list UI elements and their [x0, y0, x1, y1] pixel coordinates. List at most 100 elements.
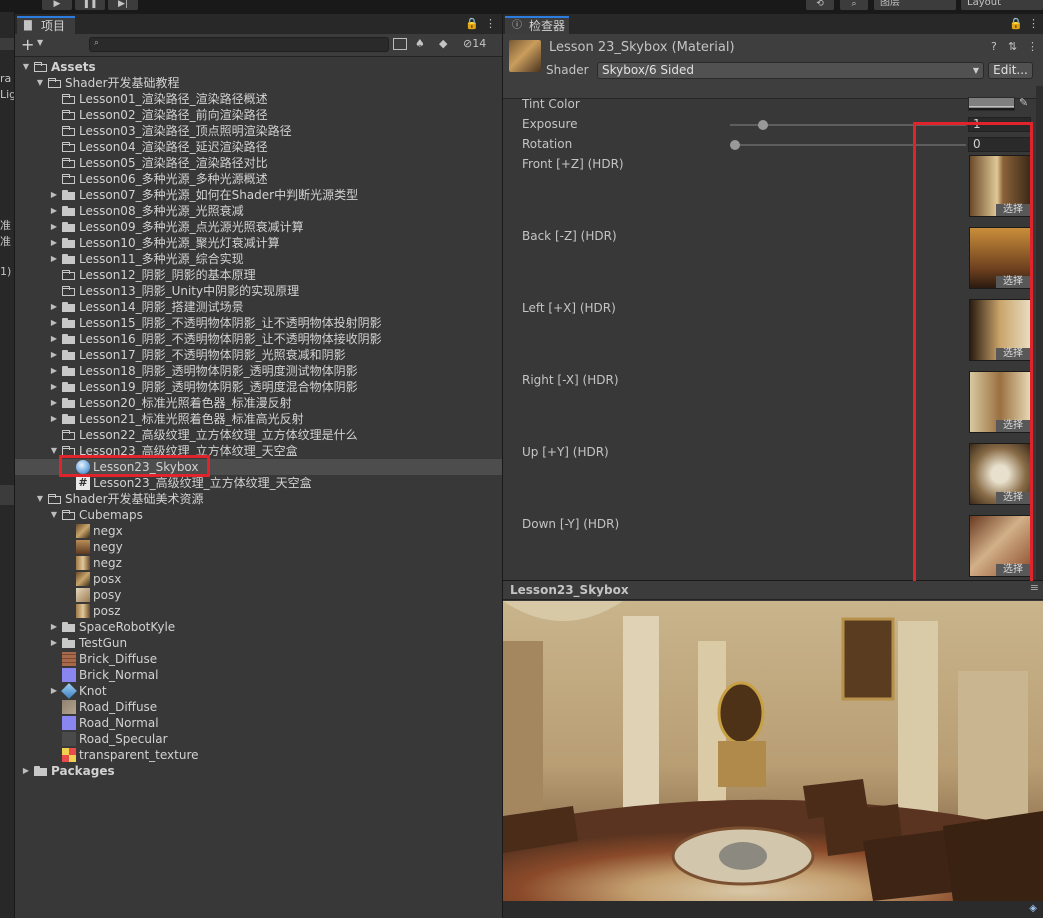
tree-row[interactable]: Lesson03_渲染路径_顶点照明渲染路径 [15, 123, 502, 139]
filter-icon[interactable]: ♠ [415, 37, 425, 50]
eyedropper-icon[interactable]: ✎ [1019, 96, 1028, 109]
collapse-arrow-icon[interactable]: ▶ [21, 763, 31, 779]
search-icon[interactable]: ⌕ [840, 0, 868, 10]
exposure-slider-handle[interactable] [758, 120, 768, 130]
step-button[interactable]: ▶| [108, 0, 138, 10]
tree-row[interactable]: Lesson06_多种光源_多种光源概述 [15, 171, 502, 187]
expand-arrow-icon[interactable]: ▼ [49, 443, 59, 459]
tree-row[interactable]: ▶ Lesson18_阴影_透明物体阴影_透明度测试物体阴影 [15, 363, 502, 379]
tree-row[interactable]: ▶ Lesson14_阴影_搭建测试场景 [15, 299, 502, 315]
expand-arrow-icon[interactable]: ▼ [49, 507, 59, 523]
collapse-arrow-icon[interactable]: ▶ [49, 331, 59, 347]
tree-row[interactable]: ▼ Shader开发基础教程 [15, 75, 502, 91]
tree-row[interactable]: ▶ Knot [15, 683, 502, 699]
tree-row[interactable]: ▶ Lesson11_多种光源_综合实现 [15, 251, 502, 267]
tree-row[interactable]: Brick_Diffuse [15, 651, 502, 667]
shader-dropdown[interactable]: Skybox/6 Sided ▼ [597, 62, 984, 79]
collapse-arrow-icon[interactable]: ▶ [49, 363, 59, 379]
tree-row[interactable]: ▶ Lesson15_阴影_不透明物体阴影_让不透明物体投射阴影 [15, 315, 502, 331]
tree-row[interactable]: ▶ Lesson10_多种光源_聚光灯衰减计算 [15, 235, 502, 251]
tree-row[interactable]: Lesson22_高级纹理_立方体纹理_立方体纹理是什么 [15, 427, 502, 443]
tint-color-swatch[interactable] [968, 97, 1015, 111]
tree-row[interactable]: transparent_texture [15, 747, 502, 763]
tree-row[interactable]: posz [15, 603, 502, 619]
tree-row[interactable]: negx [15, 523, 502, 539]
tree-row[interactable]: ▶ Lesson09_多种光源_点光源光照衰减计算 [15, 219, 502, 235]
tree-row[interactable]: negz [15, 555, 502, 571]
help-icon[interactable]: ? [991, 40, 997, 53]
tree-row[interactable]: ▶ Lesson08_多种光源_光照衰减 [15, 203, 502, 219]
collapse-arrow-icon[interactable]: ▶ [49, 347, 59, 363]
tree-row[interactable]: ▶ Packages [15, 763, 502, 779]
label-icon[interactable]: ◆ [439, 37, 447, 50]
tree-row[interactable]: ▼ Assets [15, 59, 502, 75]
inspector-scrollbar[interactable] [1036, 86, 1043, 580]
menu-icon[interactable]: ⋮ [485, 17, 496, 30]
chevron-down-icon[interactable]: ▼ [37, 38, 43, 47]
tree-row[interactable]: posy [15, 587, 502, 603]
tree-row[interactable]: ▶ Lesson17_阴影_不透明物体阴影_光照衰减和阴影 [15, 347, 502, 363]
layout-dropdown[interactable]: Layout [961, 0, 1043, 10]
play-button[interactable]: ▶ [42, 0, 72, 10]
collapse-arrow-icon[interactable]: ▶ [49, 299, 59, 315]
tree-row[interactable]: ▶ SpaceRobotKyle [15, 619, 502, 635]
tree-row[interactable]: ▶ Lesson19_阴影_透明物体阴影_透明度混合物体阴影 [15, 379, 502, 395]
collapse-arrow-icon[interactable]: ▶ [49, 187, 59, 203]
tree-row[interactable]: Lesson05_渲染路径_渲染路径对比 [15, 155, 502, 171]
collapse-arrow-icon[interactable]: ▶ [49, 683, 59, 699]
collapse-arrow-icon[interactable]: ▶ [49, 203, 59, 219]
tree-row[interactable]: ▼ Cubemaps [15, 507, 502, 523]
lock-icon[interactable]: 🔒 [1009, 17, 1023, 30]
search-by-type-icon[interactable] [393, 38, 407, 50]
tree-row[interactable]: ▶ Lesson20_标准光照着色器_标准漫反射 [15, 395, 502, 411]
tab-project[interactable]: ▇ 项目 [17, 16, 75, 34]
tree-row[interactable]: ▶ Lesson07_多种光源_如何在Shader中判断光源类型 [15, 187, 502, 203]
preset-icon[interactable]: ⇅ [1008, 40, 1017, 53]
tree-row[interactable]: # Lesson23_高级纹理_立方体纹理_天空盒 [15, 475, 502, 491]
tree-row[interactable]: Lesson12_阴影_阴影的基本原理 [15, 267, 502, 283]
tree-row[interactable]: Lesson04_渲染路径_延迟渲染路径 [15, 139, 502, 155]
collapse-arrow-icon[interactable]: ▶ [49, 395, 59, 411]
tree-row[interactable]: ▶ TestGun [15, 635, 502, 651]
tree-row[interactable]: Lesson01_渲染路径_渲染路径概述 [15, 91, 502, 107]
tree-row[interactable]: Road_Normal [15, 715, 502, 731]
tree-row[interactable]: negy [15, 539, 502, 555]
collapse-arrow-icon[interactable]: ▶ [49, 315, 59, 331]
rotation-slider-handle[interactable] [730, 140, 740, 150]
collapse-arrow-icon[interactable]: ▶ [49, 219, 59, 235]
tree-row-label: Lesson16_阴影_不透明物体阴影_让不透明物体接收阴影 [79, 332, 382, 346]
lock-icon[interactable]: 🔒 [465, 17, 479, 30]
menu-icon[interactable]: ⋮ [1028, 17, 1039, 30]
tree-row[interactable]: Lesson13_阴影_Unity中阴影的实现原理 [15, 283, 502, 299]
collapse-arrow-icon[interactable]: ▶ [49, 235, 59, 251]
tree-row[interactable]: ▶ Lesson21_标准光照着色器_标准高光反射 [15, 411, 502, 427]
collapse-arrow-icon[interactable]: ▶ [49, 411, 59, 427]
collapse-arrow-icon[interactable]: ▶ [49, 251, 59, 267]
expand-arrow-icon[interactable]: ▼ [35, 491, 45, 507]
tree-row[interactable]: ▶ Lesson16_阴影_不透明物体阴影_让不透明物体接收阴影 [15, 331, 502, 347]
edit-shader-button[interactable]: Edit... [988, 62, 1033, 79]
search-input[interactable]: ⌕ [89, 37, 389, 52]
expand-arrow-icon[interactable]: ▼ [35, 75, 45, 91]
context-menu-icon[interactable]: ⋮ [1027, 40, 1038, 53]
tab-inspector[interactable]: ⓘ 检查器 [505, 16, 569, 34]
layers-dropdown[interactable]: 图层 [874, 0, 956, 10]
drag-handle-icon[interactable]: ≡ [1030, 581, 1039, 594]
hidden-packages-toggle[interactable]: ⊘14 [463, 37, 486, 50]
collapse-icon[interactable] [0, 38, 14, 50]
create-plus-icon[interactable]: + [21, 35, 34, 54]
history-icon[interactable]: ⟲ [806, 0, 834, 10]
skybox-preview-image[interactable] [503, 601, 1043, 901]
tree-row[interactable]: Brick_Normal [15, 667, 502, 683]
asset-bundle-icon[interactable]: ◈ [1029, 903, 1037, 914]
expand-arrow-icon[interactable]: ▼ [21, 59, 31, 75]
collapse-arrow-icon[interactable]: ▶ [49, 619, 59, 635]
tree-row[interactable]: Road_Specular [15, 731, 502, 747]
tree-row[interactable]: posx [15, 571, 502, 587]
pause-button[interactable]: ❚❚ [75, 0, 105, 10]
tree-row[interactable]: Road_Diffuse [15, 699, 502, 715]
collapse-arrow-icon[interactable]: ▶ [49, 635, 59, 651]
tree-row[interactable]: Lesson02_渲染路径_前向渲染路径 [15, 107, 502, 123]
tree-row[interactable]: ▼ Shader开发基础美术资源 [15, 491, 502, 507]
collapse-arrow-icon[interactable]: ▶ [49, 379, 59, 395]
